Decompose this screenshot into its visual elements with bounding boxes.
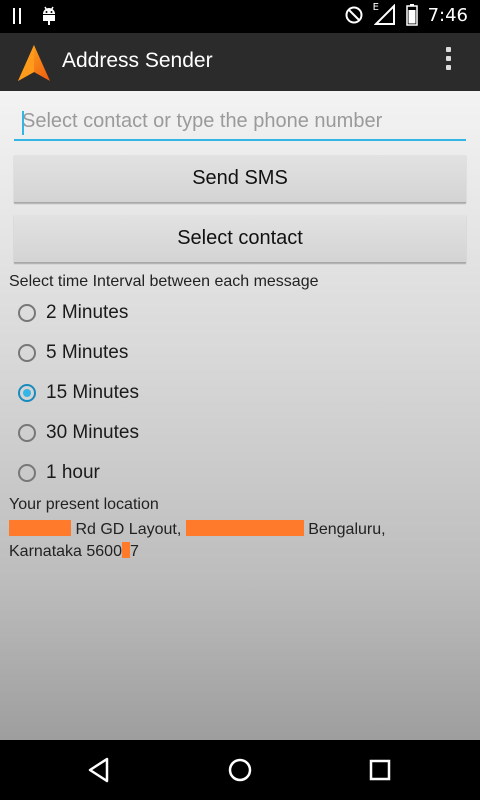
action-bar: Address Sender	[0, 33, 480, 91]
radio-option-15-minutes[interactable]: 15 Minutes	[18, 375, 139, 411]
radio-option-1-hour[interactable]: 1 hour	[18, 455, 100, 491]
text-cursor	[22, 111, 24, 135]
radio-label: 5 Minutes	[46, 342, 129, 363]
redaction-block	[121, 542, 130, 558]
radio-option-30-minutes[interactable]: 30 Minutes	[18, 415, 139, 451]
clock: 7:46	[427, 4, 468, 26]
radio-option-2-minutes[interactable]: 2 Minutes	[18, 295, 128, 331]
send-sms-button[interactable]: Send SMS	[14, 155, 466, 203]
status-bar: E 7:46	[0, 0, 480, 33]
signal-icon: E	[372, 2, 396, 26]
redaction-block	[9, 520, 71, 536]
address-part: Rd GD Layout,	[75, 521, 182, 538]
radio-button[interactable]	[18, 344, 36, 362]
pause-icon	[13, 8, 21, 24]
radio-button[interactable]	[18, 464, 36, 482]
battery-icon	[405, 4, 418, 26]
phone-number-input[interactable]	[14, 103, 466, 141]
radio-button[interactable]	[18, 424, 36, 442]
radio-label: 15 Minutes	[46, 382, 139, 403]
address-part: Bengaluru,	[308, 521, 386, 538]
android-debug-icon	[43, 6, 55, 25]
address-part: 7	[129, 543, 139, 560]
navigation-arrow-icon	[18, 45, 50, 81]
do-not-disturb-icon	[345, 6, 363, 24]
app-title: Address Sender	[62, 49, 213, 72]
main-content: Send SMS Select contact Select time Inte…	[0, 91, 480, 740]
select-contact-button[interactable]: Select contact	[14, 215, 466, 263]
radio-label: 2 Minutes	[46, 302, 129, 323]
back-icon[interactable]	[87, 757, 111, 783]
recents-icon[interactable]	[368, 758, 392, 782]
radio-button-selected[interactable]	[18, 384, 36, 402]
location-address: Rd GD Layout, Bengaluru, Karnataka 5600 7	[9, 519, 449, 563]
interval-label: Select time Interval between each messag…	[9, 273, 319, 290]
network-type-label: E	[372, 2, 379, 13]
redaction-block	[185, 520, 304, 536]
navigation-bar	[0, 740, 480, 800]
location-title: Your present location	[9, 496, 159, 513]
radio-label: 30 Minutes	[46, 422, 139, 443]
home-icon[interactable]	[227, 757, 253, 783]
address-part: Karnataka 5600	[9, 543, 122, 560]
more-vert-icon[interactable]	[444, 47, 452, 77]
radio-option-5-minutes[interactable]: 5 Minutes	[18, 335, 128, 371]
radio-button[interactable]	[18, 304, 36, 322]
radio-label: 1 hour	[46, 462, 100, 483]
